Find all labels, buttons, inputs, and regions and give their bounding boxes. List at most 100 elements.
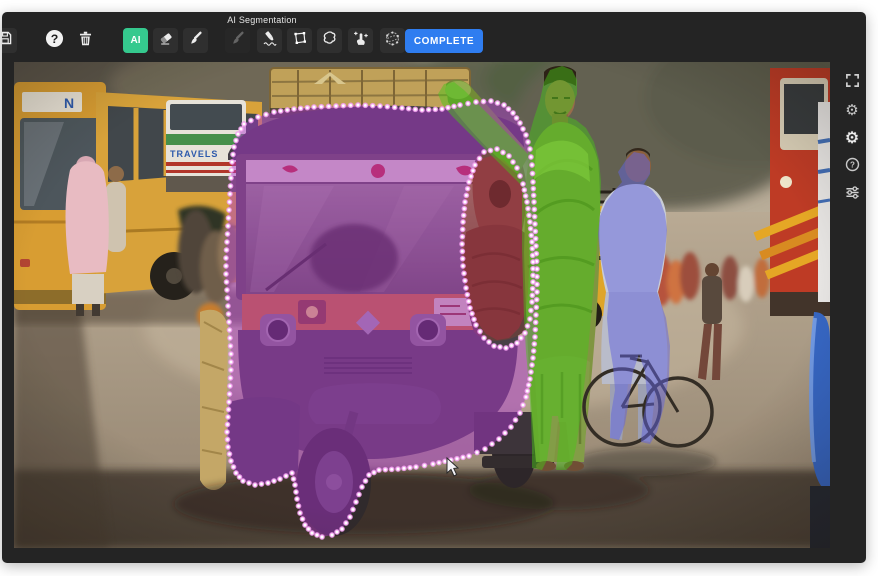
polygon-vertex[interactable] [344,521,348,525]
polygon-vertex[interactable] [467,180,471,184]
polygon-vertex[interactable] [460,249,464,253]
polygon-vertex[interactable] [466,101,470,105]
polygon-vertex[interactable] [225,437,229,441]
polygon-vertex[interactable] [227,320,231,324]
polygon-vertex[interactable] [385,105,389,109]
polygon-vertex[interactable] [483,447,487,451]
polygon-vertex[interactable] [227,208,231,212]
polygon-vertex[interactable] [474,323,478,327]
polygon-vertex[interactable] [226,216,230,220]
polygon-vertex[interactable] [478,329,482,333]
polygon-vertex[interactable] [226,304,230,308]
polygon-vertex[interactable] [477,156,481,160]
polygon-vertex[interactable] [482,150,486,154]
polygon-vertex[interactable] [507,154,511,158]
polygon-vertex[interactable] [528,147,532,151]
polygon-vertex[interactable] [229,352,233,356]
polygon-vertex[interactable] [463,200,467,204]
toolbar-brush-button[interactable] [183,28,208,53]
complete-button[interactable]: COMPLETE [405,29,483,53]
polygon-vertex[interactable] [498,345,502,349]
polygon-vertex[interactable] [226,445,230,449]
polygon-vertex[interactable] [490,442,494,446]
polygon-vertex[interactable] [357,492,361,496]
polygon-vertex[interactable] [228,344,232,348]
polygon-vertex[interactable] [225,232,229,236]
polygon-vertex[interactable] [293,483,297,487]
toolbar-polygon-button[interactable] [287,28,312,53]
polygon-vertex[interactable] [306,527,310,531]
polygon-vertex[interactable] [461,227,465,231]
polygon-vertex[interactable] [393,105,397,109]
polygon-vertex[interactable] [528,377,532,381]
polygon-vertex[interactable] [533,222,537,226]
polygon-vertex[interactable] [458,103,462,107]
polygon-vertex[interactable] [236,132,240,136]
polygon-vertex[interactable] [531,260,535,264]
polygon-vertex[interactable] [460,242,464,246]
polygon-vertex[interactable] [234,471,238,475]
polygon-vertex[interactable] [533,215,537,219]
polygon-vertex[interactable] [515,166,519,170]
polygon-vertex[interactable] [237,475,241,479]
polygon-vertex[interactable] [226,415,230,419]
polygon-vertex[interactable] [290,471,294,475]
polygon-vertex[interactable] [530,171,534,175]
polygon-vertex[interactable] [481,99,485,103]
side-gear-solid-button[interactable]: ⚙ [842,128,862,148]
polygon-vertex[interactable] [315,533,319,537]
polygon-vertex[interactable] [264,112,268,116]
polygon-vertex[interactable] [469,174,473,178]
polygon-vertex[interactable] [526,207,530,211]
polygon-vertex[interactable] [266,481,270,485]
polygon-vertex[interactable] [229,459,233,463]
polygon-vertex[interactable] [349,103,353,107]
polygon-vertex[interactable] [249,118,253,122]
polygon-vertex[interactable] [330,533,334,537]
polygon-vertex[interactable] [509,343,513,347]
polygon-vertex[interactable] [532,349,536,353]
polygon-vertex[interactable] [503,431,507,435]
polygon-vertex[interactable] [464,193,468,197]
polygon-vertex[interactable] [272,479,276,483]
polygon-vertex[interactable] [464,286,468,290]
polygon-vertex[interactable] [463,279,467,283]
polygon-vertex[interactable] [242,122,246,126]
polygon-vertex[interactable] [470,312,474,316]
toolbar-ai-segment-button[interactable] [380,28,405,53]
polygon-vertex[interactable] [437,461,441,465]
polygon-vertex[interactable] [335,530,339,534]
polygon-vertex[interactable] [378,104,382,108]
polygon-vertex[interactable] [531,253,535,257]
polygon-vertex[interactable] [530,300,534,304]
polygon-vertex[interactable] [521,127,525,131]
polygon-vertex[interactable] [495,147,499,151]
polygon-vertex[interactable] [295,497,299,501]
polygon-vertex[interactable] [461,257,465,261]
polygon-vertex[interactable] [227,392,231,396]
polygon-vertex[interactable] [531,273,535,277]
polygon-vertex[interactable] [530,363,534,367]
polygon-vertex[interactable] [521,403,525,407]
side-fullscreen-button[interactable] [842,72,862,92]
polygon-vertex[interactable] [443,459,447,463]
toolbar-delete-button[interactable] [73,28,98,53]
polygon-vertex[interactable] [534,313,538,317]
polygon-vertex[interactable] [294,490,298,494]
toolbar-marker-button[interactable] [257,28,282,53]
polygon-vertex[interactable] [492,344,496,348]
polygon-vertex[interactable] [226,312,230,316]
polygon-vertex[interactable] [413,107,417,111]
polygon-vertex[interactable] [367,473,371,477]
polygon-vertex[interactable] [528,317,532,321]
polygon-vertex[interactable] [354,500,358,504]
polygon-vertex[interactable] [285,108,289,112]
polygon-vertex[interactable] [523,331,527,335]
polygon-vertex[interactable] [467,454,471,458]
polygon-vertex[interactable] [482,336,486,340]
polygon-vertex[interactable] [225,240,229,244]
polygon-vertex[interactable] [446,106,450,110]
polygon-vertex[interactable] [440,107,444,111]
polygon-vertex[interactable] [501,150,505,154]
polygon-vertex[interactable] [531,180,535,184]
